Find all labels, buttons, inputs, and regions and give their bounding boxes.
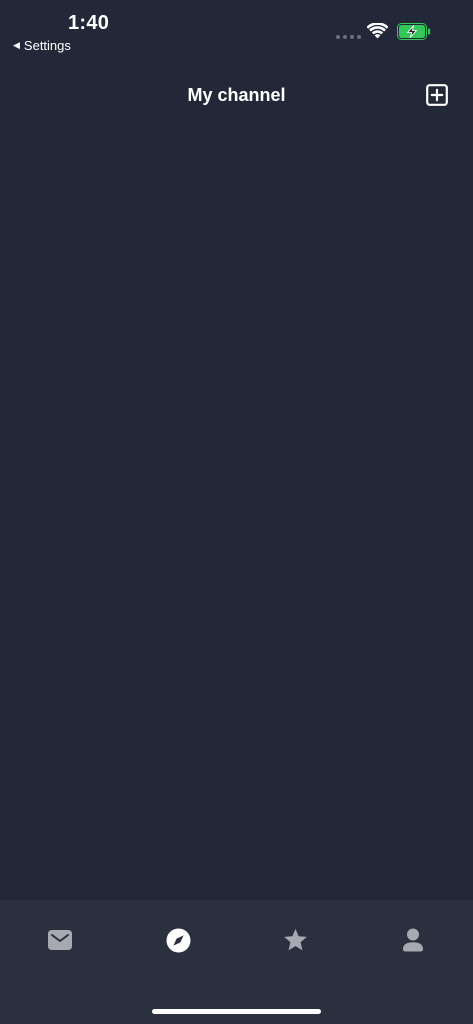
home-indicator[interactable] [152,1009,321,1014]
wifi-icon [367,23,388,39]
back-link-label: Settings [23,38,71,53]
back-triangle-icon: ◀ [13,40,20,50]
battery-charging-icon [397,23,431,40]
app-screen: 1:40 ◀ Settings My channel [0,0,473,1024]
tab-profile[interactable] [399,926,427,954]
bottom-tab-bar [0,900,473,1024]
person-icon [403,928,423,952]
tab-explore[interactable] [164,926,192,954]
status-time: 1:40 [68,12,110,34]
nav-header: My channel [0,72,473,120]
back-to-settings-link[interactable]: ◀ Settings [13,38,71,53]
add-channel-button[interactable] [426,84,448,106]
tab-starred[interactable] [281,926,309,954]
channel-content-area [0,120,473,900]
compass-icon [166,928,190,952]
tab-inbox[interactable] [46,926,74,954]
envelope-icon [48,930,72,950]
cellular-signal-icon [336,35,361,39]
page-title: My channel [187,85,286,105]
status-bar: 1:40 ◀ Settings [0,0,473,60]
star-icon [283,928,307,951]
